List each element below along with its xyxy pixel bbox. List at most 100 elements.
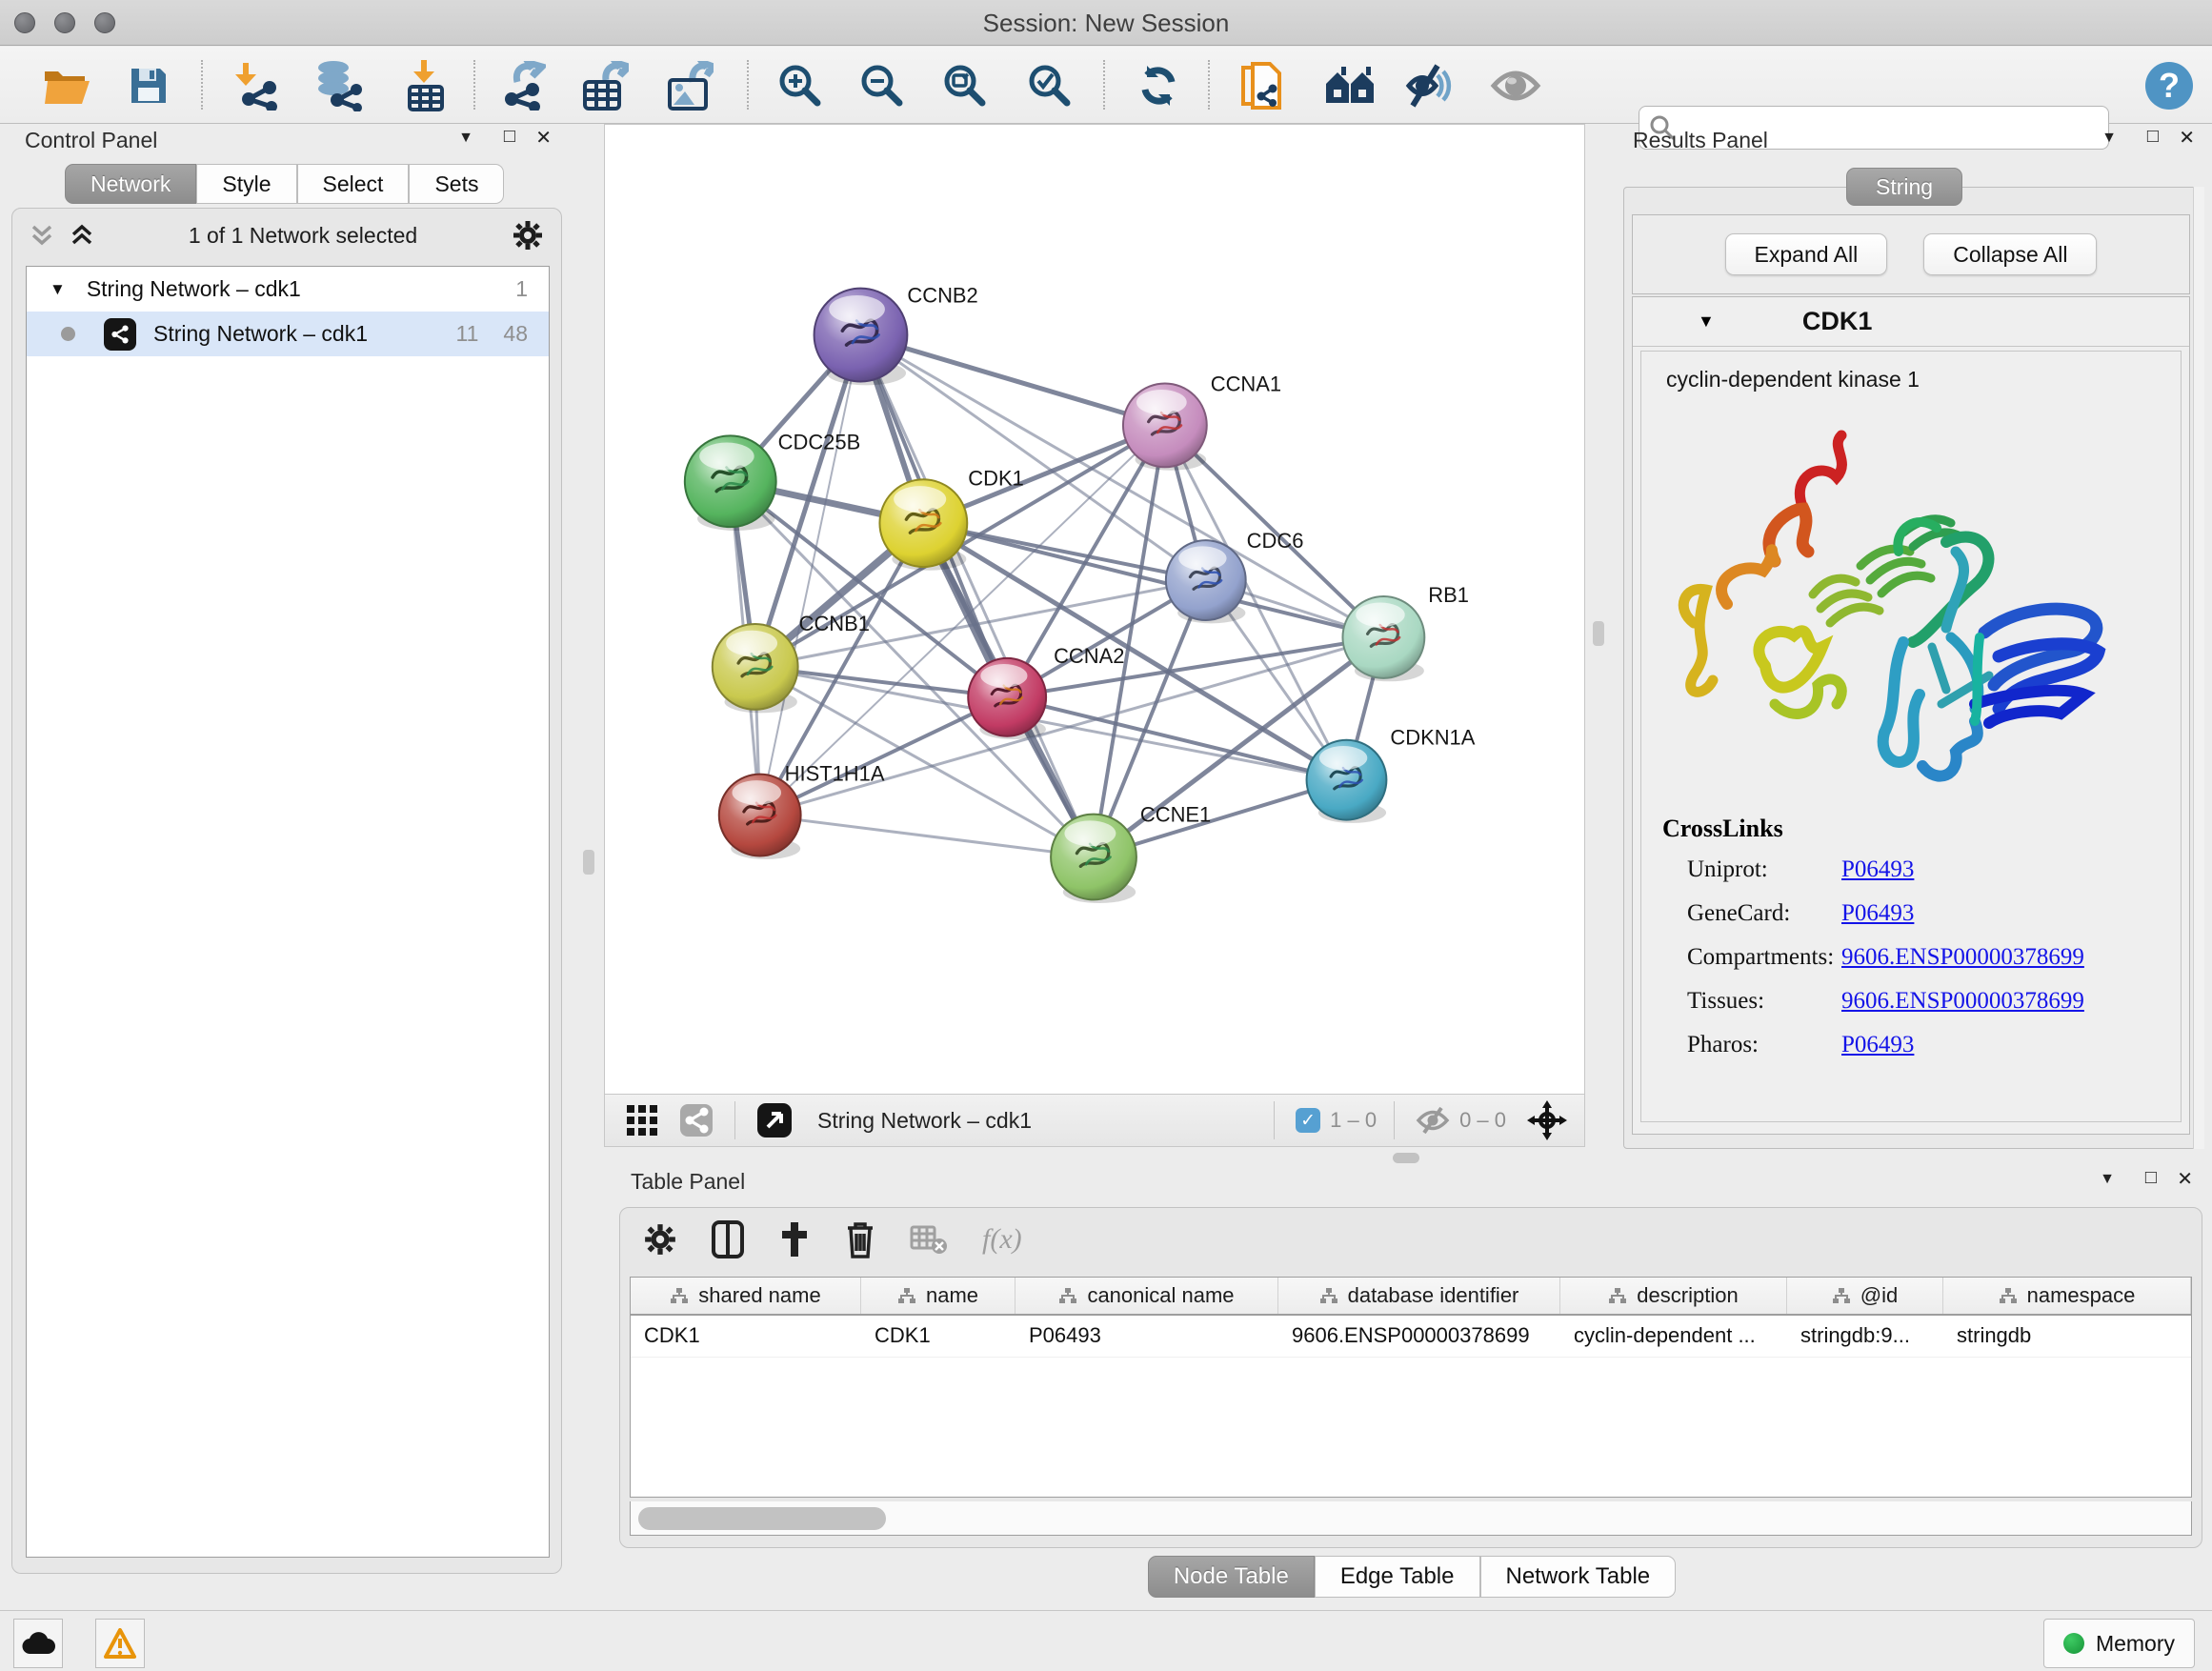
add-column-icon[interactable] bbox=[778, 1220, 811, 1258]
delete-table-icon[interactable] bbox=[910, 1223, 948, 1256]
network-canvas[interactable]: CCNB2CCNA1CDC25BCDK1CDC6RB1CCNB1CCNA2CDK… bbox=[604, 124, 1585, 1095]
panel-float-icon[interactable]: □ bbox=[2145, 1167, 2157, 1189]
panel-close-icon[interactable]: ✕ bbox=[2179, 126, 2195, 150]
crosslink-pharos-link[interactable]: P06493 bbox=[1841, 1032, 1914, 1058]
network-node-CCNA1[interactable] bbox=[1123, 383, 1207, 470]
left-splitter-handle[interactable] bbox=[583, 850, 594, 875]
cloud-button[interactable] bbox=[13, 1619, 63, 1668]
network-node-CCNB1[interactable] bbox=[713, 624, 798, 713]
refresh-button[interactable] bbox=[1131, 58, 1186, 113]
pan-crosshair-icon[interactable] bbox=[1527, 1100, 1567, 1140]
gene-collapse-icon[interactable]: ▼ bbox=[1698, 312, 1715, 332]
column-header-database-identifier[interactable]: database identifier bbox=[1278, 1278, 1560, 1314]
right-splitter-handle[interactable] bbox=[1593, 621, 1604, 646]
results-scrollbar[interactable] bbox=[2193, 187, 2204, 1149]
export-table-button[interactable] bbox=[577, 58, 633, 113]
duplicate-network-button[interactable] bbox=[1234, 58, 1289, 113]
collapse-all-button[interactable]: Collapse All bbox=[1923, 233, 2097, 275]
table-cell[interactable]: stringdb:9... bbox=[1787, 1316, 1943, 1357]
table-row[interactable]: CDK1CDK1P064939606.ENSP00000378699cyclin… bbox=[631, 1316, 2191, 1358]
tab-node-table[interactable]: Node Table bbox=[1148, 1556, 1315, 1598]
zoom-selected-button[interactable] bbox=[1022, 58, 1077, 113]
network-node-CDK1[interactable] bbox=[879, 479, 967, 570]
selected-checkbox-icon[interactable]: ✓ bbox=[1296, 1108, 1320, 1133]
panel-float-icon[interactable]: □ bbox=[504, 126, 515, 148]
panel-menu-icon[interactable]: ▼ bbox=[2100, 1171, 2115, 1188]
horizontal-splitter-handle[interactable] bbox=[1393, 1153, 1419, 1163]
panel-menu-icon[interactable]: ▼ bbox=[458, 130, 473, 147]
column-header-name[interactable]: name bbox=[861, 1278, 1016, 1314]
table-cell[interactable]: cyclin-dependent ... bbox=[1560, 1316, 1787, 1357]
zoom-out-button[interactable] bbox=[855, 58, 910, 113]
help-button[interactable]: ? bbox=[2142, 58, 2197, 113]
crosslink-compartments-link[interactable]: 9606.ENSP00000378699 bbox=[1841, 944, 2084, 971]
tab-sets[interactable]: Sets bbox=[409, 164, 504, 204]
collapse-all-networks-icon[interactable] bbox=[30, 223, 54, 248]
import-network-button[interactable] bbox=[231, 58, 286, 113]
table-cell[interactable]: CDK1 bbox=[861, 1316, 1016, 1357]
tab-style[interactable]: Style bbox=[196, 164, 296, 204]
crosslink-uniprot-link[interactable]: P06493 bbox=[1841, 856, 1914, 883]
open-session-button[interactable] bbox=[39, 58, 94, 113]
table-cell[interactable]: stringdb bbox=[1943, 1316, 2191, 1357]
panel-menu-icon[interactable]: ▼ bbox=[2101, 130, 2117, 147]
network-collection-row[interactable]: ▼ String Network – cdk1 1 bbox=[27, 267, 549, 312]
export-image-button[interactable] bbox=[662, 58, 717, 113]
import-table-button[interactable] bbox=[397, 58, 452, 113]
column-header-canonical-name[interactable]: canonical name bbox=[1016, 1278, 1278, 1314]
table-cell[interactable]: CDK1 bbox=[631, 1316, 861, 1357]
table-settings-gear-icon[interactable] bbox=[643, 1222, 677, 1257]
network-edge-CCNB2-HIST1H1A[interactable] bbox=[760, 335, 861, 815]
table-horizontal-scrollbar[interactable] bbox=[630, 1501, 2192, 1536]
tab-select[interactable]: Select bbox=[297, 164, 410, 204]
show-columns-icon[interactable] bbox=[712, 1220, 744, 1258]
network-node-CCNB2[interactable] bbox=[814, 289, 908, 386]
panel-float-icon[interactable]: □ bbox=[2147, 126, 2159, 148]
hidden-eye-slash-icon[interactable] bbox=[1416, 1106, 1450, 1135]
hide-selected-button[interactable] bbox=[1403, 58, 1458, 113]
network-edge-CCNB2-CCNA1[interactable] bbox=[860, 335, 1164, 426]
tab-network[interactable]: Network bbox=[65, 164, 196, 204]
column-header--id[interactable]: @id bbox=[1787, 1278, 1943, 1314]
zoom-fit-button[interactable] bbox=[937, 58, 993, 113]
save-session-button[interactable] bbox=[121, 58, 176, 113]
first-neighbors-button[interactable] bbox=[1322, 58, 1377, 113]
grid-view-icon[interactable] bbox=[626, 1104, 658, 1137]
network-node-CDKN1A[interactable] bbox=[1307, 740, 1387, 823]
network-node-CCNE1[interactable] bbox=[1051, 815, 1136, 903]
column-header-shared-name[interactable]: shared name bbox=[631, 1278, 861, 1314]
network-node-CDC6[interactable] bbox=[1166, 540, 1246, 623]
network-options-gear-icon[interactable] bbox=[512, 219, 544, 252]
network-node-CDC25B[interactable] bbox=[685, 435, 776, 531]
column-header-namespace[interactable]: namespace bbox=[1943, 1278, 2191, 1314]
memory-button[interactable]: Memory bbox=[2043, 1619, 2195, 1668]
panel-close-icon[interactable]: ✕ bbox=[2177, 1167, 2193, 1191]
network-edge-CCNB2-CCNE1[interactable] bbox=[860, 335, 1094, 857]
expand-all-networks-icon[interactable] bbox=[70, 223, 94, 248]
scrollbar-thumb[interactable] bbox=[638, 1507, 886, 1530]
network-node-CCNA2[interactable] bbox=[968, 658, 1046, 739]
delete-column-icon[interactable] bbox=[845, 1220, 875, 1258]
crosslink-genecard-link[interactable]: P06493 bbox=[1841, 900, 1914, 927]
collection-expand-icon[interactable]: ▼ bbox=[50, 280, 66, 299]
network-row-selected[interactable]: String Network – cdk1 11 48 bbox=[27, 312, 549, 356]
tab-string[interactable]: String bbox=[1846, 168, 1962, 206]
birds-eye-view-icon[interactable] bbox=[756, 1102, 793, 1138]
table-cell[interactable]: 9606.ENSP00000378699 bbox=[1278, 1316, 1560, 1357]
network-edge-HIST1H1A-CCNE1[interactable] bbox=[760, 815, 1094, 857]
expand-all-button[interactable]: Expand All bbox=[1725, 233, 1888, 275]
table-cell[interactable]: P06493 bbox=[1016, 1316, 1278, 1357]
network-node-HIST1H1A[interactable] bbox=[719, 775, 801, 859]
import-network-from-database-button[interactable] bbox=[310, 58, 365, 113]
tab-network-table[interactable]: Network Table bbox=[1480, 1556, 1677, 1598]
network-node-RB1[interactable] bbox=[1342, 596, 1424, 681]
function-builder-icon[interactable]: f(x) bbox=[982, 1223, 1022, 1256]
tab-edge-table[interactable]: Edge Table bbox=[1315, 1556, 1480, 1598]
warnings-button[interactable] bbox=[95, 1619, 145, 1668]
zoom-in-button[interactable] bbox=[773, 58, 828, 113]
export-network-button[interactable] bbox=[495, 58, 551, 113]
panel-close-icon[interactable]: ✕ bbox=[535, 126, 552, 150]
network-share-icon[interactable] bbox=[679, 1103, 714, 1137]
show-all-button[interactable] bbox=[1488, 58, 1543, 113]
crosslink-tissues-link[interactable]: 9606.ENSP00000378699 bbox=[1841, 988, 2084, 1015]
